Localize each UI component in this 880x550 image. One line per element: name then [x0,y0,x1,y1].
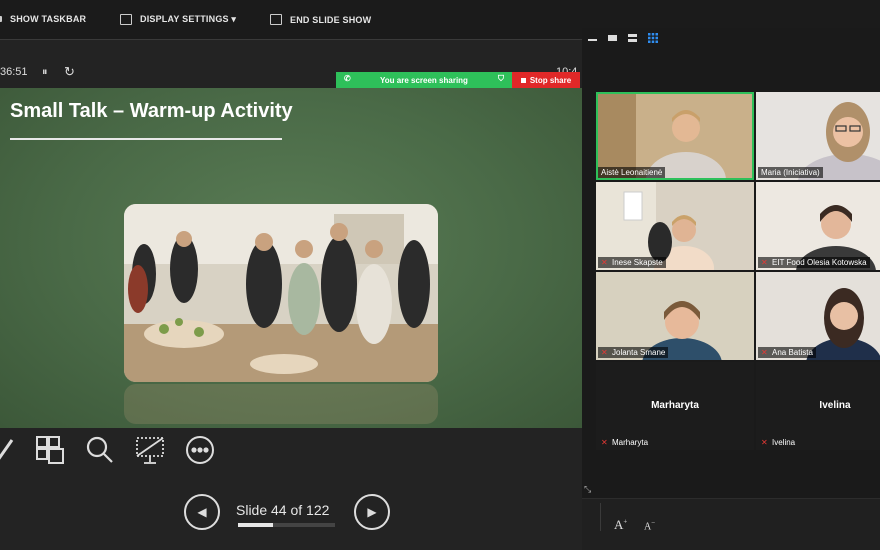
participant-name-tag: ✕ Marharyta [598,437,651,448]
participant-name: EIT Food Olesia Kotowska [772,258,867,267]
end-slide-show-button[interactable]: END SLIDE SHOW [270,14,371,25]
slide-progress-fill [238,523,273,527]
slide-title: Small Talk – Warm-up Activity [10,100,293,122]
show-taskbar-label: SHOW TASKBAR [10,14,87,24]
display-settings-label: DISPLAY SETTINGS ▾ [140,14,237,24]
participant-name-tag: ✕ EIT Food Olesia Kotowska [758,257,870,268]
screen: SHOW TASKBAR DISPLAY SETTINGS ▾ END SLID… [0,0,880,550]
display-settings-icon [120,14,132,25]
phone-icon: ✆ [344,74,351,83]
gallery-view-controls [582,28,880,50]
footer-divider [600,503,601,531]
previous-icon: ◀ [197,505,207,519]
participant-tile[interactable]: Marharyta ✕ Marharyta [596,362,754,450]
slide-photo-reflection [124,384,438,424]
increase-font-button[interactable]: A+ [614,517,627,533]
participant-name: Marharyta [612,438,649,447]
show-taskbar-button[interactable]: SHOW TASKBAR [0,14,86,24]
participant-tile[interactable]: ✕ Inese Skapste [596,182,754,270]
zoom-icon[interactable] [84,434,116,466]
elapsed-timer: 36:51 [0,66,28,78]
participant-tile[interactable]: ✕ EIT Food Olesia Kotowska [756,182,880,270]
pause-timer-button[interactable]: ⏸ [42,66,48,79]
next-icon: ▶ [367,505,377,519]
title-underline [10,138,282,140]
previous-slide-button[interactable]: ◀ [184,494,220,530]
participant-name: Inese Skapste [612,258,663,267]
next-slide-button[interactable]: ▶ [354,494,390,530]
stacked-view-icon[interactable] [628,34,637,42]
participant-tile[interactable]: ✕ Ana Batista [756,272,880,360]
end-slide-show-label: END SLIDE SHOW [290,14,372,25]
increase-font-label: A [614,517,624,532]
mic-muted-icon: ✕ [761,347,768,357]
participant-name: Aistė Leonaitienė [601,168,663,177]
participant-name-tag: ✕ Ivelina [758,437,798,448]
sharing-status: You are screen sharing [380,75,468,85]
mic-muted-icon: ✕ [601,257,608,267]
participant-tile[interactable]: Maria (Iniciativa) [756,92,880,180]
participant-name: Ivelina [772,438,796,447]
mic-muted-icon: ✕ [601,347,608,357]
participant-name-tag: Aistė Leonaitienė [598,167,666,178]
end-show-icon [270,14,282,25]
more-options-icon[interactable] [184,434,216,466]
panel-footer: A+ A− [582,498,880,550]
slide-navigation: ◀ Slide 44 of 122 ▶ [180,492,400,532]
participant-center-name: Ivelina [819,400,851,411]
slide-progress-track [238,523,335,527]
stop-share-button[interactable]: Stop share [512,72,580,88]
see-all-slides-icon[interactable] [34,434,66,466]
stop-icon [520,77,526,83]
mic-muted-icon: ✕ [601,437,608,447]
mic-muted-icon: ✕ [761,257,768,267]
current-slide: Small Talk – Warm-up Activity [0,88,582,428]
participant-tile[interactable]: Ivelina ✕ Ivelina [756,362,880,450]
participant-name-tag: ✕ Jolanta Smane [598,347,669,358]
taskbar-icon [0,16,2,22]
meeting-gallery-panel: Aistė Leonaitienė Maria (Iniciativa) ✕ I… [582,28,880,498]
resize-handle-icon[interactable]: ⤡ [584,484,591,495]
minimize-view-icon[interactable] [588,34,597,42]
participant-tile[interactable]: Aistė Leonaitienė [596,92,754,180]
participant-name: Jolanta Smane [612,348,666,357]
participant-name: Ana Batista [772,348,813,357]
gallery-view-icon[interactable] [648,33,658,43]
slide-photo [124,204,438,382]
stop-share-label: Stop share [529,75,572,85]
participant-name-tag: ✕ Inese Skapste [598,257,666,268]
display-settings-button[interactable]: DISPLAY SETTINGS ▾ [120,14,236,25]
decrease-font-button[interactable]: A− [644,519,655,532]
screen-sharing-banner: ✆ You are screen sharing ⛉ [336,72,512,88]
presenter-tools [0,434,582,474]
participant-tile[interactable]: ✕ Jolanta Smane [596,272,754,360]
slide-counter: Slide 44 of 122 [236,502,330,518]
pen-icon[interactable] [0,434,26,466]
participant-name-tag: Maria (Iniciativa) [758,167,823,178]
shield-icon: ⛉ [498,74,504,83]
participant-name-tag: ✕ Ana Batista [758,347,816,358]
participant-name: Maria (Iniciativa) [761,168,820,177]
black-screen-icon[interactable] [134,434,166,466]
speaker-view-icon[interactable] [608,34,617,42]
reset-timer-button[interactable]: ↻ [64,64,75,80]
mic-muted-icon: ✕ [761,437,768,447]
participant-center-name: Marharyta [651,400,699,411]
